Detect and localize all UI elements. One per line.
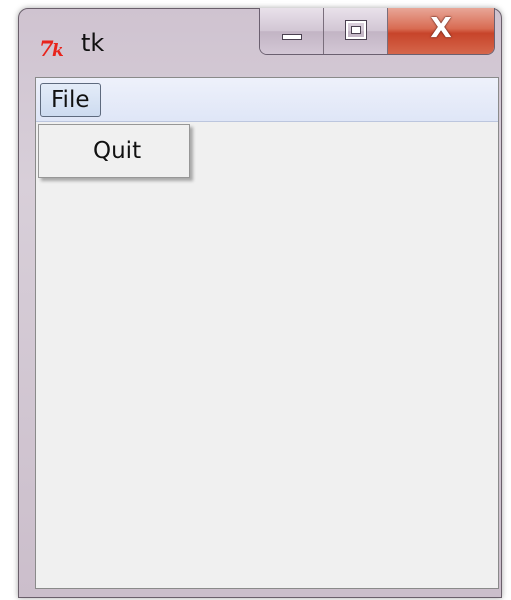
menu-item-quit[interactable]: Quit [39, 125, 189, 177]
window-title: tk [81, 29, 105, 57]
title-bar[interactable]: 7 k tk X [19, 8, 501, 73]
client-area: File Quit [35, 77, 499, 589]
maximize-icon [345, 20, 367, 40]
menu-file[interactable]: File [40, 83, 101, 117]
caption-buttons: X [259, 8, 495, 55]
menu-bar: File [36, 78, 498, 122]
minimize-button[interactable] [260, 8, 324, 54]
app-window: 7 k tk X File Quit [18, 8, 502, 598]
file-menu-dropdown: Quit [38, 124, 190, 178]
tk-feather-icon: 7 k [39, 37, 64, 59]
svg-text:k: k [52, 41, 64, 59]
close-icon: X [430, 11, 452, 44]
minimize-icon [282, 34, 302, 40]
close-button[interactable]: X [388, 8, 494, 54]
maximize-button[interactable] [324, 8, 388, 54]
